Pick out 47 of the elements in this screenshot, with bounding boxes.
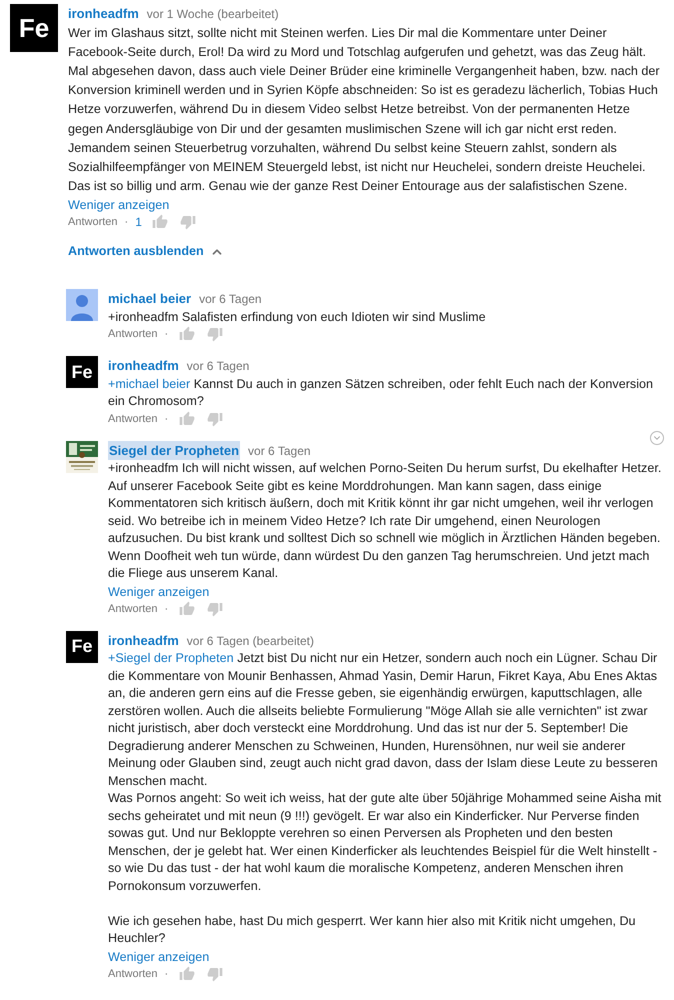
thumbs-down-icon[interactable] — [207, 600, 224, 617]
mention-link[interactable]: +Siegel der Propheten — [108, 651, 234, 666]
avatar-logo[interactable]: Fe — [10, 4, 58, 52]
thumbs-up-icon[interactable] — [152, 214, 168, 230]
reply-button[interactable]: Antworten — [108, 966, 158, 982]
comment-text: +Siegel der Propheten Jetzt bist Du nicht nur ein Hetzer, sondern auch noch ein Lügner. Schau Dir die Kommentare von Mounir Benhassen, Ahmad Yasin, Demir Harun, Fikret Kaya, Abu Enes Aktas an, die anderen gern eins auf die Fresse geben, sie eigenhändig erwürgen, kaputtschlagen, alle zerstören wollen. Auch die allseits beliebte Formulierung "Möge Allah sie alle vernichten" ist zwar nicht juristisch, aber doch versteckt eine Morddrohung. Und das ist nur der 5. September! Die Degradierung anderer Menschen zu Schweinen, Hunden, Hurensöhnen, nur weil sie anderer Meinung oder Glauben sind, zeugt auch nicht grad davon, dass der Islam diese Leute zu besseren Menschen macht. Was Pornos angeht: So weit ich weiss, hat der gute alte über 50jährige Mohammed seine Aisha mit sechs geheiratet und mit neun (9 !!!) gevögelt. Er war also ein Kinderficker. Nur Perverse finden sowas gut. Und nur Bekloppte verehren so einen Perversen als Propheten und den besten Menschen, der je gelebt hat. Wer einen Kinderficker als leuchtendes Beispiel für die Welt hinstellt - so wie Du das tust - der hat wohl kaum die moralische Kompetenz, anderen Menschen ihren Pornokonsum vorzuwerfen. Wie ich gesehen habe, hast Du mich gesperrt. Wer kann hier also mit Kritik nicht umgehen, Du Heuchler? — [108, 650, 662, 948]
thumbs-down-icon[interactable] — [207, 966, 224, 982]
comment-time: vor 6 Tagen (bearbeitet) — [186, 632, 314, 650]
like-count: 1 — [135, 214, 142, 230]
thumbs-up-icon[interactable] — [179, 326, 196, 342]
author-name[interactable]: ironheadfm — [68, 4, 139, 24]
author-name[interactable]: ironheadfm — [108, 356, 179, 376]
separator: · — [164, 966, 170, 982]
comment-text: +ironheadfm Salafisten erfindung von euch Idioten wir sind Muslime — [108, 308, 487, 326]
mention-link[interactable]: +michael beier — [108, 376, 190, 391]
thumbs-down-icon[interactable] — [207, 326, 224, 342]
avatar-logo[interactable]: Fe — [66, 630, 98, 663]
comment-time: vor 6 Tagen — [186, 358, 250, 376]
thumbs-up-icon[interactable] — [179, 966, 196, 982]
reply-button[interactable]: Antworten — [108, 410, 158, 427]
reply-button[interactable]: Antworten — [68, 214, 118, 230]
reply-button[interactable]: Antworten — [108, 326, 158, 342]
comment-time: vor 1 Woche (bearbeitet) — [146, 6, 279, 23]
reply-button[interactable]: Antworten — [108, 600, 158, 617]
separator: · — [164, 327, 170, 342]
author-name[interactable]: michael beier — [108, 289, 192, 309]
show-less-link[interactable]: Weniger anzeigen — [108, 582, 210, 601]
separator: · — [164, 602, 170, 617]
author-name[interactable]: Siegel der Propheten — [108, 440, 240, 460]
hide-replies-toggle[interactable]: Antworten ausblenden — [68, 242, 224, 262]
separator: · — [124, 215, 130, 230]
separator: · — [164, 412, 170, 427]
avatar-logo[interactable]: Fe — [66, 356, 98, 388]
comment-text: +ironheadfm Ich will nicht wissen, auf welchen Porno-Seiten Du herum surfst, Du ekelhafter Hetzer. Auf unserer Facebook Seite gibt es keine Morddrohungen. Man kann sagen, dass einige Kommentatoren sich kritisch äußern, doch mit Kritik könnt ihr gar nicht umgehen, weil ihr verlogen seid. Wo betreibe ich in meinem Video Hetze? Ich rate Dir umgehend, einen Neurologen aufzusuchen. Du bist krank und solltest Dich so schnell wie möglich in Ärztlichen Händen begeben. Wenn Doofheit weh tun würde, dann würdest Du den ganzen Tag herumschreien. Und jetzt mach die Fliege aus unserem Kanal. — [108, 460, 662, 582]
author-name[interactable]: ironheadfm — [108, 630, 179, 650]
thumbs-up-icon[interactable] — [179, 600, 196, 617]
comment-text: +michael beier Kannst Du auch in ganzen Sätzen schreiben, oder fehlt Euch nach der Konversion ein Chromosom? — [108, 376, 654, 410]
thumbs-down-icon[interactable] — [207, 410, 224, 427]
show-less-link[interactable]: Weniger anzeigen — [108, 948, 210, 966]
avatar-silhouette-icon[interactable] — [66, 289, 98, 322]
thumbs-down-icon[interactable] — [180, 214, 196, 230]
thumbs-up-icon[interactable] — [179, 410, 196, 427]
comment-time: vor 6 Tagen — [199, 291, 262, 308]
menu-icon[interactable] — [650, 430, 664, 445]
show-less-link[interactable]: Weniger anzeigen — [68, 196, 170, 214]
comment-text: Wer im Glashaus sitzt, sollte nicht mit Steinen werfen. Lies Dir mal die Kommentare unter Deiner Facebook-Seite durch, Erol! Da wird zu Mord und Totschlag aufgerufen und gehetzt, was das Zeug hält. Mal abgesehen davon, dass auch viele Deiner Brüder eine kriminelle Vergangenheit haben, bzw. nach der Konversion kriminell werden und in Syrien Köpfe abschneiden: So ist es geradezu lächerlich, Tobias Huch Hetze vorzuwerfen, während Du in diesem Video selbst Hetze betreibst. Von der permanenten Hetze gegen Andersgläubige von Dir und der gesamten muslimischen Szene will ich gar nicht erst reden. Jemandem seinen Steuerbetrug vorzuhalten, während Du selbst keine Steuern zahlst, sondern als Sozialhilfeempfänger von MEINEM Steuergeld lebst, ist nicht nur Heuchelei, sondern dreiste Heuchelei. Das ist so billig und arm. Genau wie der ganze Rest Deiner Entourage aus der salafistischen Szene. — [68, 24, 661, 196]
comment-time: vor 6 Tagen — [248, 442, 311, 460]
